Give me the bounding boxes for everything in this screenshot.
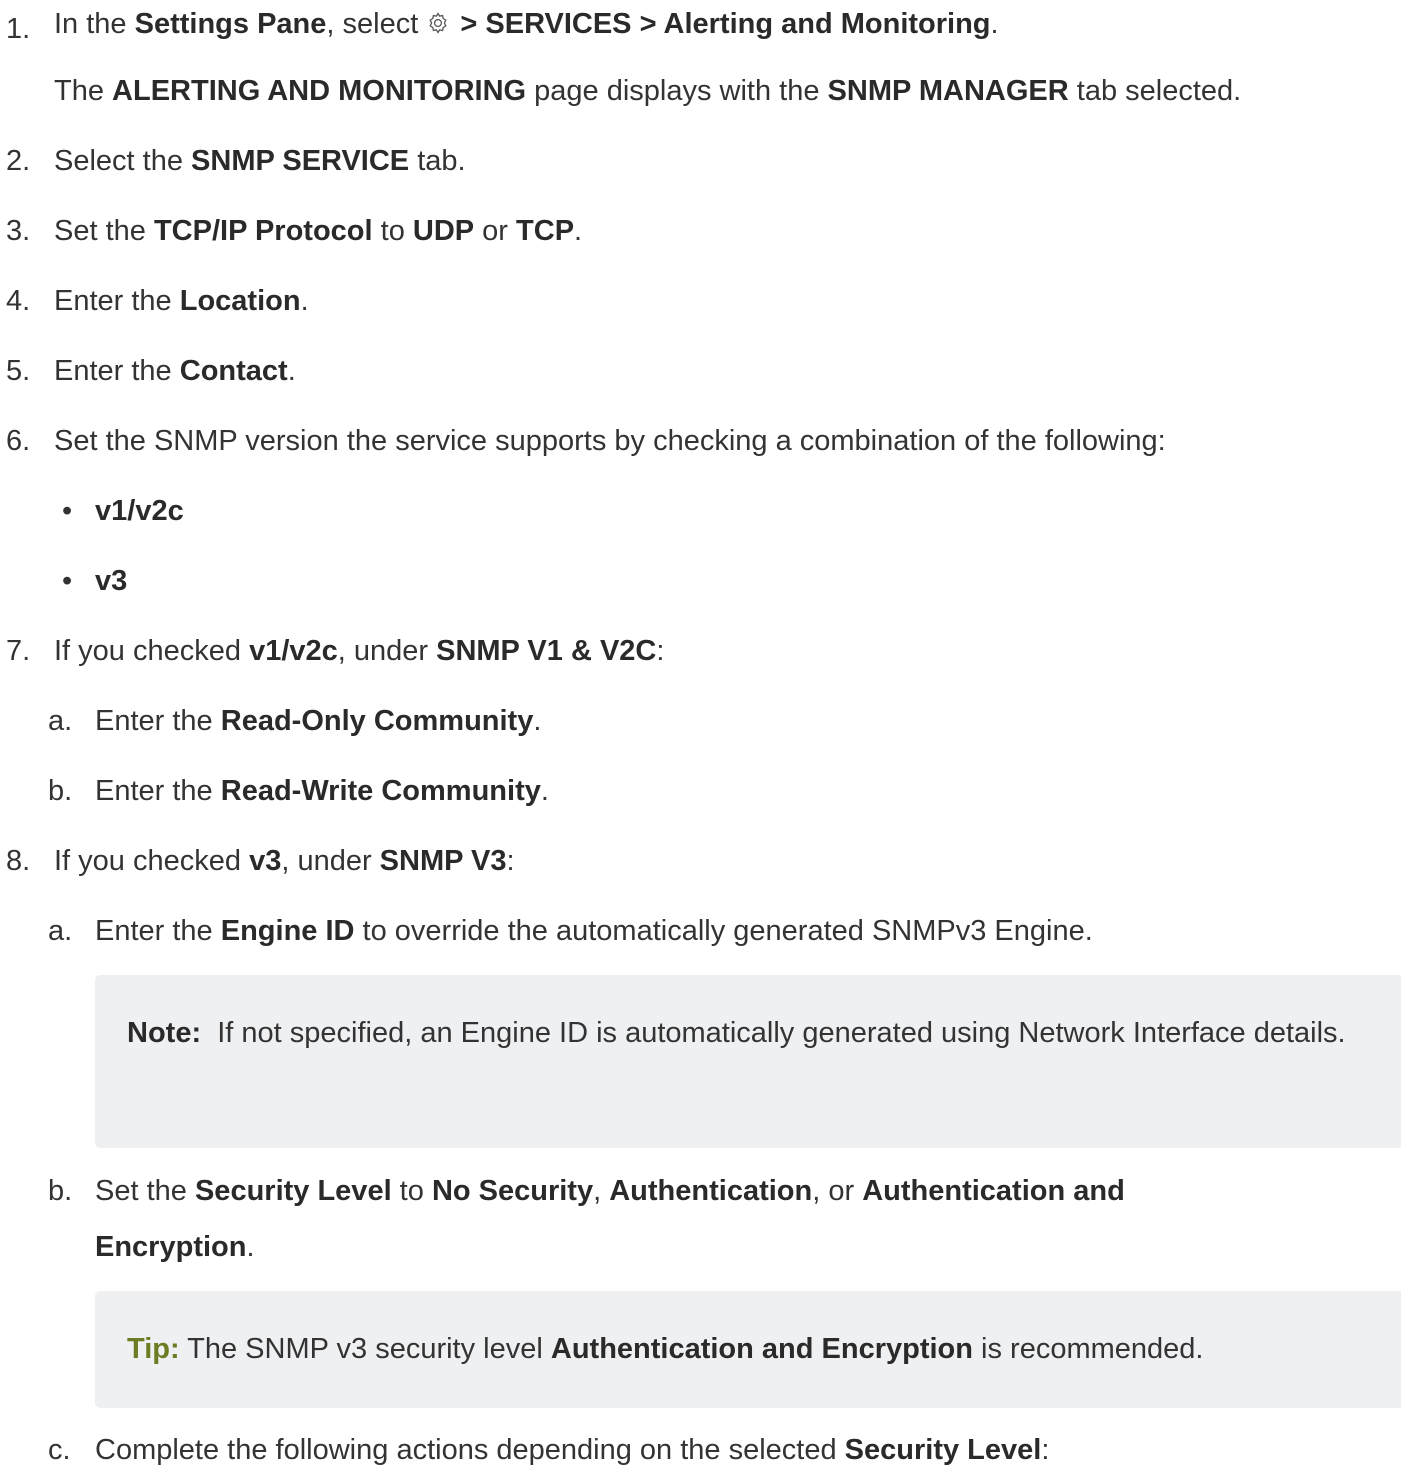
step-8b-text: Set the Security Level to No Security, A…	[95, 1175, 1125, 1207]
step-3-text: Set the TCP/IP Protocol to UDP or TCP.	[54, 215, 583, 247]
document-page: 1. In the Settings Pane, select > SERVIC…	[0, 0, 1401, 1468]
step-8a-text: Enter the Engine ID to override the auto…	[95, 915, 1093, 947]
step-1-result: The ALERTING AND MONITORING page display…	[54, 75, 1242, 107]
step-8-text: If you checked v3, under SNMP V3:	[54, 845, 515, 877]
gear-icon	[426, 8, 450, 44]
step-1-text: In the Settings Pane, select > SERVICES …	[54, 6, 999, 44]
tip-text: Tip: The SNMP v3 security level Authenti…	[127, 1333, 1204, 1365]
note-text: Note: If not specified, an Engine ID is …	[127, 1017, 1346, 1049]
substep-letter: a.	[48, 915, 73, 947]
step-7a-text: Enter the Read-Only Community.	[95, 705, 542, 737]
step-number: 1.	[6, 13, 31, 45]
bullet-item: v1/v2c	[95, 495, 184, 527]
step-2-text: Select the SNMP SERVICE tab.	[54, 145, 466, 177]
step-6-text: Set the SNMP version the service support…	[54, 425, 1166, 457]
step-5-text: Enter the Contact.	[54, 355, 296, 387]
tip-callout: Tip: The SNMP v3 security level Authenti…	[95, 1291, 1401, 1408]
substep-letter: b.	[48, 775, 73, 807]
note-callout: Note: If not specified, an Engine ID is …	[95, 975, 1401, 1148]
substep-letter: a.	[48, 705, 73, 737]
bullet: •	[62, 495, 73, 527]
step-number: 6.	[6, 425, 31, 457]
bullet-item: v3	[95, 565, 128, 597]
step-7b-text: Enter the Read-Write Community.	[95, 775, 549, 807]
step-number: 7.	[6, 635, 31, 667]
step-4-text: Enter the Location.	[54, 285, 309, 317]
substep-letter: b.	[48, 1175, 73, 1207]
step-number: 3.	[6, 215, 31, 247]
substep-letter: c.	[48, 1434, 71, 1466]
step-8b-text-cont: Encryption.	[95, 1231, 255, 1263]
step-7-text: If you checked v1/v2c, under SNMP V1 & V…	[54, 635, 665, 667]
step-number: 5.	[6, 355, 31, 387]
step-number: 4.	[6, 285, 31, 317]
step-number: 2.	[6, 145, 31, 177]
step-number: 8.	[6, 845, 31, 877]
step-8c-text: Complete the following actions depending…	[95, 1434, 1050, 1466]
bullet: •	[62, 565, 73, 597]
